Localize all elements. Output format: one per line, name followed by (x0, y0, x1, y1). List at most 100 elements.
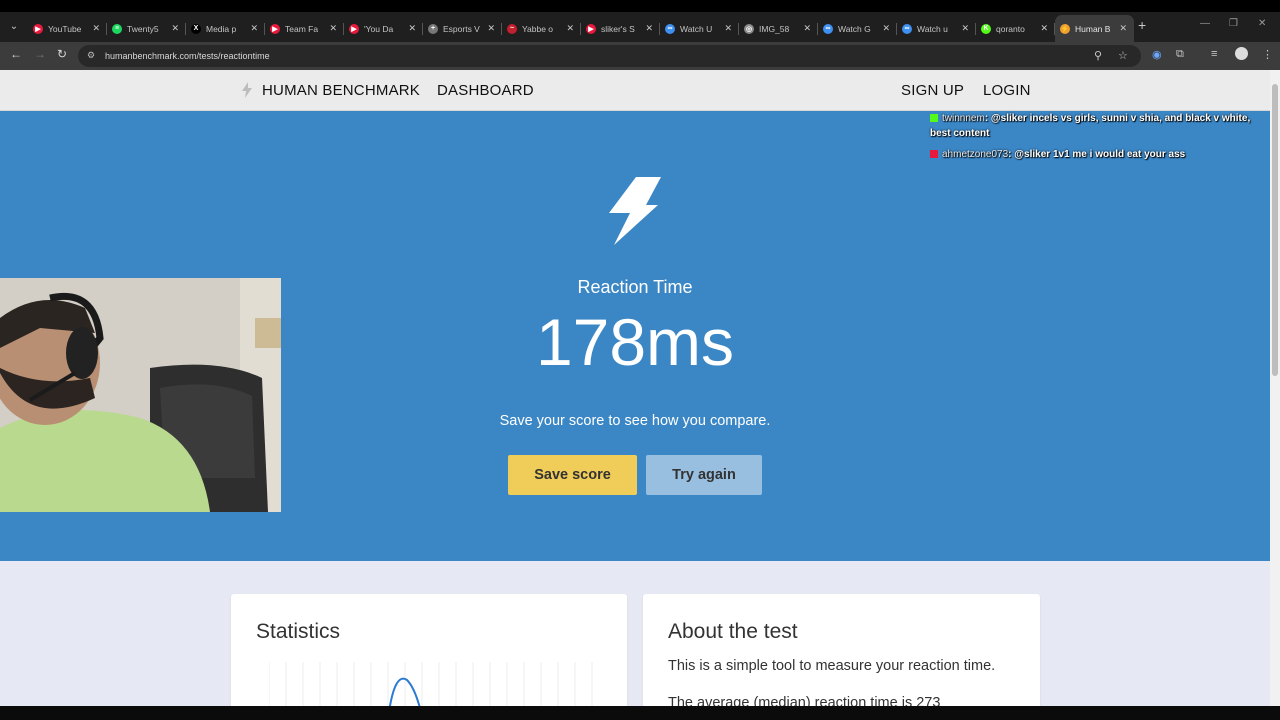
tab-close-icon[interactable]: ✕ (803, 23, 811, 34)
scrollbar-thumb[interactable] (1272, 84, 1278, 376)
test-hero[interactable]: Reaction Time 178ms Save your score to s… (0, 111, 1270, 561)
tab-close-icon[interactable]: ✕ (645, 23, 653, 34)
page-scrollbar[interactable] (1270, 70, 1280, 706)
stream-chat-overlay: twinnnem: @sliker incels vs girls, sunni… (930, 111, 1270, 168)
tab-favicon-icon: K (981, 23, 991, 34)
reload-icon[interactable]: ↻ (57, 47, 67, 61)
browser-tab[interactable]: ∞ Watch U ✕ (660, 15, 739, 42)
browser-tab[interactable]: ▶ YouTube ✕ (28, 15, 107, 42)
tab-favicon-icon: ∞ (823, 23, 833, 34)
tab-favicon-icon: ▶ (349, 23, 359, 34)
tab-favicon-icon: ▶ (270, 23, 280, 34)
new-tab-plus-icon[interactable]: + (1138, 17, 1146, 33)
tab-title: IMG_58 (759, 23, 790, 34)
tab-favicon-icon: ▶ (33, 23, 43, 34)
profile-avatar[interactable] (1235, 47, 1248, 60)
tab-search-chevron-icon[interactable]: ⌄ (4, 17, 24, 37)
try-again-button[interactable]: Try again (646, 455, 762, 495)
chat-text: : @sliker 1v1 me i would eat your ass (1008, 149, 1186, 160)
tab-favicon-icon: ∞ (665, 23, 675, 34)
browser-tab[interactable]: ≡ Twenty5 ✕ (107, 15, 186, 42)
taskbar-strip (0, 706, 1280, 720)
browser-tab[interactable]: X Media p ✕ (186, 15, 265, 42)
minimize-icon[interactable]: — (1200, 18, 1210, 29)
about-card: About the test This is a simple tool to … (643, 594, 1040, 706)
lightning-logo-icon (242, 82, 252, 98)
tab-close-icon[interactable]: ✕ (724, 23, 732, 34)
tab-close-icon[interactable]: ✕ (961, 23, 969, 34)
tab-close-icon[interactable]: ✕ (1040, 23, 1048, 34)
about-title: About the test (668, 620, 798, 643)
chat-message: twinnnem: @sliker incels vs girls, sunni… (930, 111, 1270, 141)
browser-tab[interactable]: ▶ Team Fa ✕ (265, 15, 344, 42)
browser-toolbar: ← → ↻ ⚙ humanbenchmark.com/tests/reactio… (0, 42, 1280, 70)
about-paragraph-2: The average (median) reaction time is 27… (668, 695, 941, 706)
browser-window: ⌄ ▶ YouTube ✕ ≡ Twenty5 ✕ X Media p ✕ ▶ Team Fa ✕ ▶ '… (0, 0, 1280, 720)
url-text: humanbenchmark.com/tests/reactiontime (105, 51, 270, 61)
browser-tab[interactable]: ~ Yabbe o ✕ (502, 15, 581, 42)
tab-list: ▶ YouTube ✕ ≡ Twenty5 ✕ X Media p ✕ ▶ Team Fa ✕ ▶ 'Yo… (28, 15, 1134, 42)
tab-title: Watch U (680, 23, 713, 34)
tab-strip: ⌄ ▶ YouTube ✕ ≡ Twenty5 ✕ X Media p ✕ ▶ Team Fa ✕ ▶ '… (0, 12, 1280, 42)
tab-title: Yabbe o (522, 23, 554, 34)
tab-close-icon[interactable]: ✕ (408, 23, 416, 34)
kebab-menu-icon[interactable]: ⋮ (1262, 48, 1273, 61)
tab-close-icon[interactable]: ✕ (329, 23, 337, 34)
dashboard-link[interactable]: DASHBOARD (437, 82, 534, 99)
tab-favicon-icon: ▶ (586, 23, 596, 34)
tab-favicon-icon: ⚡ (1060, 23, 1070, 34)
close-window-icon[interactable]: ✕ (1258, 18, 1266, 29)
chat-badge-icon (930, 150, 938, 159)
signup-link[interactable]: SIGN UP (901, 82, 964, 99)
browser-tab[interactable]: ∞ Watch G ✕ (818, 15, 897, 42)
site-info-icon[interactable]: ⚙ (87, 50, 97, 60)
tab-close-icon[interactable]: ✕ (487, 23, 495, 34)
streamer-webcam-image (0, 278, 281, 512)
tab-close-icon[interactable]: ✕ (92, 23, 100, 34)
back-arrow-icon[interactable]: ← (10, 47, 22, 61)
bookmark-star-icon[interactable]: ☆ (1118, 49, 1128, 62)
login-link[interactable]: LOGIN (983, 82, 1031, 99)
chat-username: twinnnem (942, 113, 985, 124)
webcam-overlay (0, 278, 281, 512)
statistics-title: Statistics (256, 620, 341, 643)
chat-message: ahmetzone073: @sliker 1v1 me i would eat… (930, 147, 1270, 162)
tab-title: Media p (206, 23, 237, 34)
save-score-button[interactable]: Save score (508, 455, 637, 495)
tab-close-icon[interactable]: ✕ (882, 23, 890, 34)
browser-tab[interactable]: ⚡ Human B ✕ (1055, 15, 1134, 42)
forward-arrow-icon[interactable]: → (34, 47, 46, 61)
browser-tab[interactable]: ∞ Watch u ✕ (897, 15, 976, 42)
tab-close-icon[interactable]: ✕ (566, 23, 574, 34)
tab-close-icon[interactable]: ✕ (171, 23, 179, 34)
tab-close-icon[interactable]: ✕ (1119, 23, 1127, 34)
tab-favicon-icon: ~ (507, 23, 517, 34)
chat-username: ahmetzone073 (942, 149, 1009, 160)
address-bar[interactable]: ⚙ humanbenchmark.com/tests/reactiontime … (78, 45, 1141, 67)
tab-title: YouTube (48, 23, 82, 34)
lightning-bolt-icon (609, 177, 661, 245)
statistics-card: Statistics (231, 594, 627, 706)
browser-tab[interactable]: ▶ sliker's S ✕ (581, 15, 660, 42)
zoom-icon[interactable]: ⚲ (1094, 49, 1102, 62)
maximize-icon[interactable]: ❐ (1229, 18, 1238, 29)
extensions-puzzle-icon[interactable]: ⧉ (1176, 48, 1184, 61)
tab-favicon-icon: X (191, 23, 201, 34)
extension-audio-icon[interactable]: ◉ (1152, 48, 1162, 61)
tab-title: qoranto (996, 23, 1025, 34)
tab-favicon-icon: ◎ (744, 23, 754, 34)
media-controls-icon[interactable]: ≡ (1211, 48, 1217, 60)
browser-tab[interactable]: ▶ 'You Da ✕ (344, 15, 423, 42)
browser-tab[interactable]: ◎ IMG_58 ✕ (739, 15, 818, 42)
tab-title: Human B (1075, 23, 1111, 34)
site-navbar: HUMAN BENCHMARK DASHBOARD SIGN UP LOGIN (0, 70, 1270, 111)
brand-link[interactable]: HUMAN BENCHMARK (262, 82, 420, 99)
tab-favicon-icon: + (428, 23, 438, 34)
about-paragraph-1: This is a simple tool to measure your re… (668, 658, 996, 674)
tab-favicon-icon: ∞ (902, 23, 912, 34)
tab-close-icon[interactable]: ✕ (250, 23, 258, 34)
tab-title: Watch u (917, 23, 948, 34)
browser-tab[interactable]: + Esports V ✕ (423, 15, 502, 42)
browser-tab[interactable]: Kqoranto ✕ (976, 15, 1055, 42)
tab-favicon-icon: ≡ (112, 23, 122, 34)
